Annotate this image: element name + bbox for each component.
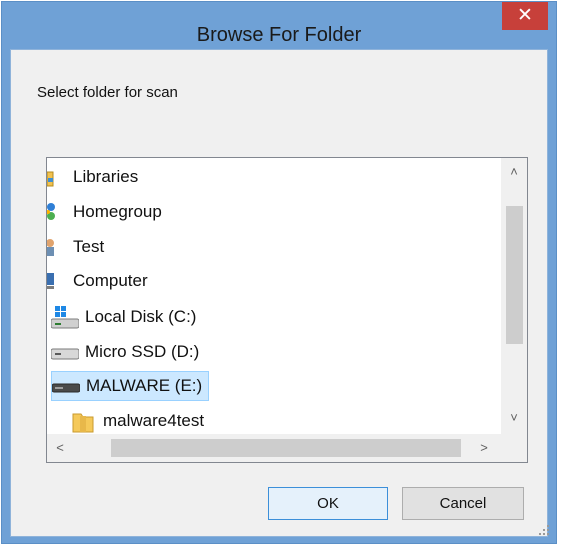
ok-button[interactable]: OK [268,487,388,520]
cancel-button[interactable]: Cancel [402,487,524,520]
drive-icon [50,341,81,363]
tree-item-label: Computer [73,271,148,290]
libraries-icon [47,166,69,188]
tree-item-test[interactable]: Test [47,232,104,262]
scroll-up-icon[interactable]: ˄ [501,164,527,179]
folder-tree[interactable]: Libraries Homegroup Test Computer Local … [46,157,528,463]
tree-item-label: Micro SSD (D:) [85,342,200,361]
tree-item-homegroup[interactable]: Homegroup [47,197,162,227]
vertical-scroll-thumb[interactable] [506,206,523,344]
resize-grip-icon[interactable] [539,525,549,535]
vertical-scrollbar[interactable]: ˄ ˅ [501,158,527,434]
close-icon: ✕ [517,5,533,26]
usb-drive-icon [51,375,82,397]
scroll-right-icon[interactable]: > [471,440,497,455]
user-icon [47,236,69,258]
folder-icon [71,410,99,433]
tree-item-libraries[interactable]: Libraries [47,162,138,192]
tree-item-computer[interactable]: Computer [47,266,148,296]
tree-item-malware4test[interactable]: malware4test [71,406,204,436]
scroll-down-icon[interactable]: ˅ [501,410,527,425]
tree-item-micro-ssd-d[interactable]: Micro SSD (D:) [50,337,200,367]
tree-item-label: Homegroup [73,202,162,221]
tree-item-label: Libraries [73,167,139,186]
tree-item-label: Test [73,237,105,256]
windows-drive-icon [50,306,81,329]
computer-icon [47,270,69,292]
scroll-left-icon[interactable]: < [47,440,73,455]
horizontal-scroll-thumb[interactable] [111,439,461,457]
tree-item-label: Local Disk (C:) [85,307,197,326]
instruction-text: Select folder for scan [37,84,178,101]
title-bar[interactable]: Browse For Folder ✕ [2,2,556,49]
scrollbar-corner [501,434,527,462]
horizontal-scrollbar[interactable]: < > [47,434,501,462]
tree-item-local-disk-c[interactable]: Local Disk (C:) [50,302,197,332]
tree-item-label: malware4test [103,411,205,430]
window-title: Browse For Folder [196,24,362,46]
close-button[interactable]: ✕ [502,2,548,30]
tree-item-malware-e[interactable]: MALWARE (E:) [51,371,210,401]
tree-item-label: MALWARE (E:) [86,376,203,395]
homegroup-icon [47,201,69,223]
